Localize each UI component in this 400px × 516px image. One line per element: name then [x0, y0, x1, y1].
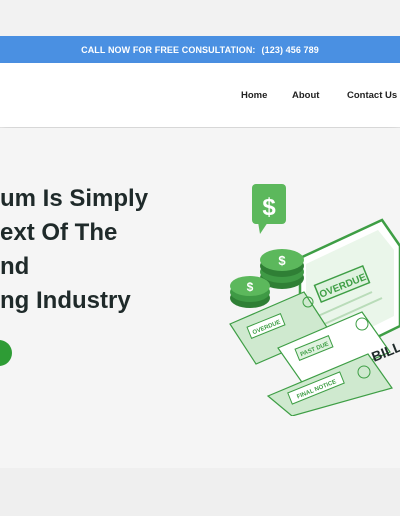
nav-home[interactable]: Home: [241, 90, 267, 101]
nav-about[interactable]: About: [292, 90, 319, 101]
svg-text:$: $: [278, 253, 286, 268]
consultation-text: CALL NOW FOR FREE CONSULTATION:: [81, 44, 256, 55]
headline-line-2: ext Of The: [0, 219, 118, 246]
headline-line-1: um Is Simply: [0, 185, 149, 212]
bills-illustration: $ OVERDUE $ $ OVERDUE PAST DUE BILL FINA…: [229, 184, 400, 416]
page-bottom-margin: [0, 468, 400, 516]
svg-text:$: $: [247, 280, 254, 294]
headline-line-3: nd: [0, 253, 30, 280]
hero-headline: um Is Simply ext Of The nd ng Industry: [0, 182, 190, 318]
page-top-margin: [0, 0, 400, 36]
dollar-icon: $: [252, 184, 286, 234]
top-announcement-bar: CALL NOW FOR FREE CONSULTATION: (123) 45…: [0, 36, 400, 63]
svg-text:$: $: [262, 194, 276, 221]
navbar: Home About Contact Us: [0, 63, 400, 127]
headline-line-4: ng Industry: [0, 287, 131, 314]
nav-contact-us[interactable]: Contact Us: [347, 90, 397, 101]
phone-number[interactable]: (123) 456 789: [262, 45, 319, 55]
